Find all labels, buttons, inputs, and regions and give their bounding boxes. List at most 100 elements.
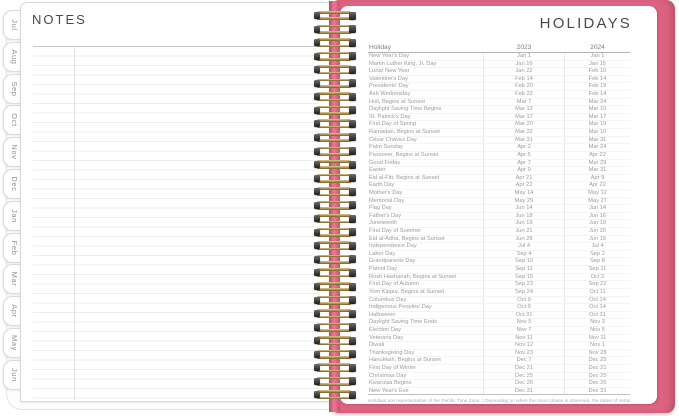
holiday-name-cell: Earth Day — [368, 182, 483, 189]
date-2023-cell: Jun 18 — [483, 213, 565, 220]
holiday-name-cell: Eid al-Fitr, Begins at Sunset — [368, 175, 483, 182]
holiday-name-cell: Yom Kippur, Begins at Sunset — [368, 289, 483, 296]
date-2024-cell: Sep 2 — [565, 251, 630, 258]
coil-icon — [314, 296, 356, 305]
date-2024-cell: Nov 1 — [565, 342, 630, 349]
table-row: Passover, Begins at SunsetApr 5Apr 22 — [368, 152, 630, 160]
holiday-name-cell: Election Day — [368, 327, 483, 334]
date-2024-cell: Feb 14 — [565, 91, 630, 98]
date-2024-cell: Apr 22 — [565, 152, 630, 159]
date-2024-cell: Oct 14 — [565, 297, 630, 304]
holiday-name-cell: Flag Day — [368, 205, 483, 212]
date-2024-cell: Mar 17 — [565, 114, 630, 121]
date-2024-cell: Jan 1 — [565, 53, 630, 60]
coil-icon — [314, 241, 356, 250]
coil-icon — [314, 11, 356, 20]
column-header-2024: 2024 — [565, 43, 630, 52]
tab-label: Dec — [10, 176, 19, 191]
table-row: Father's DayJun 18Jun 16 — [368, 213, 630, 221]
date-2024-cell: Mar 24 — [565, 99, 630, 106]
tab-label: Oct — [10, 114, 19, 127]
date-2023-cell: Mar 7 — [483, 99, 565, 106]
date-2023-cell: Jun 14 — [483, 205, 565, 212]
table-row: First Day of SummerJun 21Jun 20 — [368, 228, 630, 236]
holiday-name-cell: César Chávez Day — [368, 137, 483, 144]
coil-icon — [314, 201, 356, 210]
tab-label: Apr — [10, 304, 19, 317]
date-2023-cell: Feb 20 — [483, 83, 565, 90]
margin-line — [74, 47, 75, 400]
table-row: Daylight Saving Time EndsNov 5Nov 3 — [368, 319, 630, 327]
table-row: Rosh Hashanah, Begins at SunsetSep 15Oct… — [368, 274, 630, 282]
date-2023-cell: Oct 31 — [483, 312, 565, 319]
holiday-name-cell: Patriot Day — [368, 266, 483, 273]
table-row: New Year's DayJan 1Jan 1 — [368, 53, 630, 61]
table-row: Palm SundayApr 2Mar 24 — [368, 144, 630, 152]
table-row: Holi, Begins at SunsetMar 7Mar 24 — [368, 99, 630, 107]
coil-icon — [314, 25, 356, 34]
notes-title: NOTES — [32, 12, 87, 27]
date-2023-cell: Apr 5 — [483, 152, 565, 159]
coil-icon — [314, 38, 356, 47]
holiday-name-cell: Daylight Saving Time Begins — [368, 106, 483, 113]
date-2024-cell: Dec 25 — [565, 357, 630, 364]
date-2024-cell: Dec 25 — [565, 373, 630, 380]
table-row: Patriot DaySep 11Sep 11 — [368, 266, 630, 274]
date-2024-cell: Sep 8 — [565, 258, 630, 265]
holiday-name-cell: Palm Sunday — [368, 144, 483, 151]
table-row: Mother's DayMay 14May 12 — [368, 190, 630, 198]
holiday-name-cell: Diwali — [368, 342, 483, 349]
holiday-name-cell: Halloween — [368, 312, 483, 319]
table-row: Eid al-Adha, Begins at SunsetJun 28Jun 1… — [368, 236, 630, 244]
date-2024-cell: Jun 16 — [565, 213, 630, 220]
holiday-name-cell: Lunar New Year — [368, 68, 483, 75]
table-row: Thanksgiving DayNov 23Nov 28 — [368, 350, 630, 358]
table-row: Independence DayJul 4Jul 4 — [368, 243, 630, 251]
table-row: JuneteenthJun 19Jun 19 — [368, 220, 630, 228]
date-2023-cell: Oct 9 — [483, 297, 565, 304]
holiday-name-cell: Kwanzaa Begins — [368, 380, 483, 387]
holiday-name-cell: First Day of Summer — [368, 228, 483, 235]
date-2024-cell: Nov 3 — [565, 319, 630, 326]
date-2023-cell: Oct 9 — [483, 304, 565, 311]
date-2024-cell: Jun 16 — [565, 236, 630, 243]
coil-icon — [314, 228, 356, 237]
coil-icon — [314, 174, 356, 183]
tab-label: Jun — [10, 368, 19, 382]
date-2023-cell: Nov 23 — [483, 350, 565, 357]
date-2024-cell: Mar 31 — [565, 167, 630, 174]
coil-icon — [314, 79, 356, 88]
date-2024-cell: May 12 — [565, 190, 630, 197]
table-row: EasterApr 9Mar 31 — [368, 167, 630, 175]
date-2023-cell: Feb 14 — [483, 76, 565, 83]
coil-icon — [314, 160, 356, 169]
date-2023-cell: Mar 17 — [483, 114, 565, 121]
holiday-name-cell: Veterans Day — [368, 335, 483, 342]
date-2024-cell: Nov 11 — [565, 335, 630, 342]
date-2023-cell: Mar 20 — [483, 121, 565, 128]
holiday-name-cell: Christmas Day — [368, 373, 483, 380]
date-2023-cell: Apr 9 — [483, 167, 565, 174]
date-2023-cell: Dec 31 — [483, 388, 565, 395]
tab-label: Aug — [10, 49, 19, 64]
holiday-name-cell: First Day of Winter — [368, 365, 483, 372]
coil-icon — [314, 309, 356, 318]
coil-icon — [314, 119, 356, 128]
date-2023-cell: Apr 2 — [483, 144, 565, 151]
date-2024-cell: Oct 14 — [565, 304, 630, 311]
holiday-name-cell: Independence Day — [368, 243, 483, 250]
date-2023-cell: Jan 1 — [483, 53, 565, 60]
tab-label: Sep — [10, 81, 19, 96]
holiday-name-cell: Hanukkah, Begins at Sunset — [368, 357, 483, 364]
date-2023-cell: Sep 11 — [483, 266, 565, 273]
date-2023-cell: Sep 10 — [483, 258, 565, 265]
holiday-name-cell: Good Friday — [368, 160, 483, 167]
table-row: César Chávez DayMar 31Mar 31 — [368, 137, 630, 145]
date-2023-cell: Dec 25 — [483, 373, 565, 380]
holidays-page: HOLIDAYS Holiday 2023 2024 New Year's Da… — [340, 6, 657, 404]
table-row: Labor DaySep 4Sep 2 — [368, 251, 630, 259]
date-2024-cell: May 27 — [565, 198, 630, 205]
date-2024-cell: Mar 10 — [565, 106, 630, 113]
table-row: Yom Kippur, Begins at SunsetSep 24Oct 11 — [368, 289, 630, 297]
date-2023-cell: Jan 22 — [483, 68, 565, 75]
